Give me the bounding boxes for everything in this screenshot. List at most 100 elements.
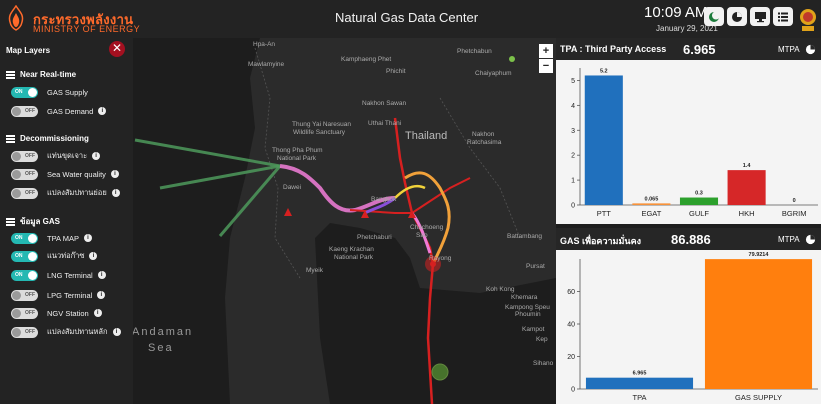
toggle-knob xyxy=(12,308,21,318)
info-icon[interactable]: i xyxy=(92,152,101,160)
bar-value-label: 79.9214 xyxy=(749,252,770,258)
map-label-kampot: Kampot xyxy=(522,326,545,333)
lng-terminal-toggle[interactable]: ON xyxy=(11,269,38,281)
sub-concession-toggle[interactable]: OFF xyxy=(11,187,38,199)
layer-row-gas-demand: OFF GAS Demand i xyxy=(11,105,107,117)
panel-title: Map Layers xyxy=(6,46,51,55)
y-tick-label: 20 xyxy=(567,354,575,361)
layer-label: GAS Demand xyxy=(47,106,94,116)
lpg-terminal-toggle[interactable]: OFF xyxy=(11,289,38,301)
map-label-phetchabun: Phetchabun xyxy=(457,48,492,55)
close-panel-button[interactable]: ✕ xyxy=(109,41,125,57)
layer-label: แท่นขุดเจาะ xyxy=(47,151,88,160)
info-icon[interactable]: i xyxy=(98,107,107,115)
toggle-knob xyxy=(28,233,37,243)
x-tick-label: GULF xyxy=(689,209,709,218)
monitor-view-button[interactable] xyxy=(750,7,770,26)
theme-toggle-button[interactable] xyxy=(704,7,724,26)
tpa-card-title: TPA : Third Party Access xyxy=(560,44,667,54)
sea-water-toggle[interactable]: OFF xyxy=(11,168,38,180)
header-bar: กระทรวงพลังงาน MINISTRY OF ENERGY Natura… xyxy=(0,0,821,38)
list-icon xyxy=(6,134,15,143)
gas-supply-toggle[interactable]: ON xyxy=(11,86,38,98)
map-label-np2: National Park xyxy=(334,254,374,261)
map-label-thung-yai: Thung Yai Naresuan xyxy=(292,121,352,128)
y-tick-label: 60 xyxy=(567,289,575,296)
info-icon[interactable]: i xyxy=(83,234,92,242)
map-label-andaman: Andaman xyxy=(132,326,194,338)
toggle-state: OFF xyxy=(25,309,35,316)
toggle-knob xyxy=(28,251,37,261)
toggle-state: OFF xyxy=(25,328,35,335)
map-label-khemara: Khemara xyxy=(511,294,538,301)
map-label-dawei: Dawei xyxy=(283,184,302,191)
tpa-bar-chart: 0 1 2 3 4 5 5.2 PTT 0.065 EGAT 0.3 GULF 1.4 HKH 0 BGRIM xyxy=(571,68,818,218)
chart-view-button[interactable] xyxy=(727,7,747,26)
map-label-kaeng: Kaeng Krachan xyxy=(329,246,374,253)
toggle-knob xyxy=(12,290,21,300)
y-tick-label: 1 xyxy=(571,178,575,185)
list-icon xyxy=(778,12,788,21)
map-label-wildlife: Wildlife Sanctuary xyxy=(293,129,346,136)
tpa-map-toggle[interactable]: ON xyxy=(11,232,38,244)
toggle-state: ON xyxy=(15,88,23,95)
pipeline-toggle[interactable]: ON xyxy=(11,250,38,262)
pie-chart-icon[interactable] xyxy=(805,234,816,245)
map-label-phichit: Phichit xyxy=(386,68,406,75)
layer-row-rigs: OFF แท่นขุดเจาะ i xyxy=(11,150,101,162)
map-label-thailand: Thailand xyxy=(405,130,448,142)
bar-egat xyxy=(632,203,671,205)
info-icon[interactable]: i xyxy=(89,252,98,260)
y-tick-label: 0 xyxy=(571,387,575,394)
gas-demand-toggle[interactable]: OFF xyxy=(11,105,38,117)
map-label-sea: Sea xyxy=(148,342,174,354)
pie-chart-icon[interactable] xyxy=(805,44,816,55)
x-tick-label: GAS SUPPLY xyxy=(735,393,782,402)
layer-label: GAS Supply xyxy=(47,87,88,97)
map-label-koh-kong: Koh Kong xyxy=(486,286,515,293)
bar-gulf xyxy=(679,197,719,205)
bar-value-label: 0.065 xyxy=(645,196,659,202)
map-label-chachoeng: Chachoeng xyxy=(410,224,444,231)
zoom-in-button[interactable]: + xyxy=(539,44,553,58)
toggle-knob xyxy=(28,87,37,97)
ngv-station-toggle[interactable]: OFF xyxy=(11,307,38,319)
info-icon[interactable]: i xyxy=(97,271,106,279)
info-icon[interactable]: i xyxy=(110,170,119,178)
section-label: ข้อมูล GAS xyxy=(20,217,61,226)
info-icon[interactable]: i xyxy=(97,291,106,299)
tpa-card-value: 6.965 xyxy=(683,42,716,57)
monitor-icon xyxy=(754,11,766,22)
bar-gas-supply xyxy=(704,259,813,389)
map-label-nakhon: Nakhon xyxy=(472,131,495,138)
list-view-button[interactable] xyxy=(773,7,793,26)
toggle-state: OFF xyxy=(25,170,35,177)
layer-row-lng-terminal: ON LNG Terminal i xyxy=(11,269,106,281)
layer-row-pipeline: ON แนวท่อก๊าซ i xyxy=(11,250,98,262)
y-tick-label: 3 xyxy=(571,128,575,135)
map-label-myeik: Myeik xyxy=(306,267,323,274)
info-icon[interactable]: i xyxy=(93,309,102,317)
section-label: Decommissioning xyxy=(20,134,89,143)
main-concession-toggle[interactable]: OFF xyxy=(11,326,38,338)
list-icon xyxy=(6,217,15,226)
bar-value-label: 0.3 xyxy=(695,191,703,197)
bar-value-label: 5.2 xyxy=(600,68,608,74)
toggle-state: OFF xyxy=(25,189,35,196)
map-label-nakhon-sawan: Nakhon Sawan xyxy=(362,100,407,107)
toggle-knob xyxy=(12,106,21,116)
map-label-rayong: Rayong xyxy=(429,255,452,262)
layer-label: LPG Terminal xyxy=(47,290,93,300)
x-tick-label: TPA xyxy=(632,393,646,402)
info-icon[interactable]: i xyxy=(112,328,121,336)
map-label-uthai: Uthai Thani xyxy=(368,120,402,127)
x-tick-label: EGAT xyxy=(641,209,661,218)
map-label-mawlamyine: Mawlamyine xyxy=(248,61,285,68)
layer-label: แปลงสัมปทานย่อย xyxy=(47,188,107,197)
tpa-card-unit: MTPA xyxy=(778,45,800,54)
bar-hkh xyxy=(727,170,766,205)
zoom-out-button[interactable]: − xyxy=(539,59,553,73)
x-tick-label: HKH xyxy=(739,209,755,218)
rigs-toggle[interactable]: OFF xyxy=(11,150,38,162)
info-icon[interactable]: i xyxy=(111,189,120,197)
